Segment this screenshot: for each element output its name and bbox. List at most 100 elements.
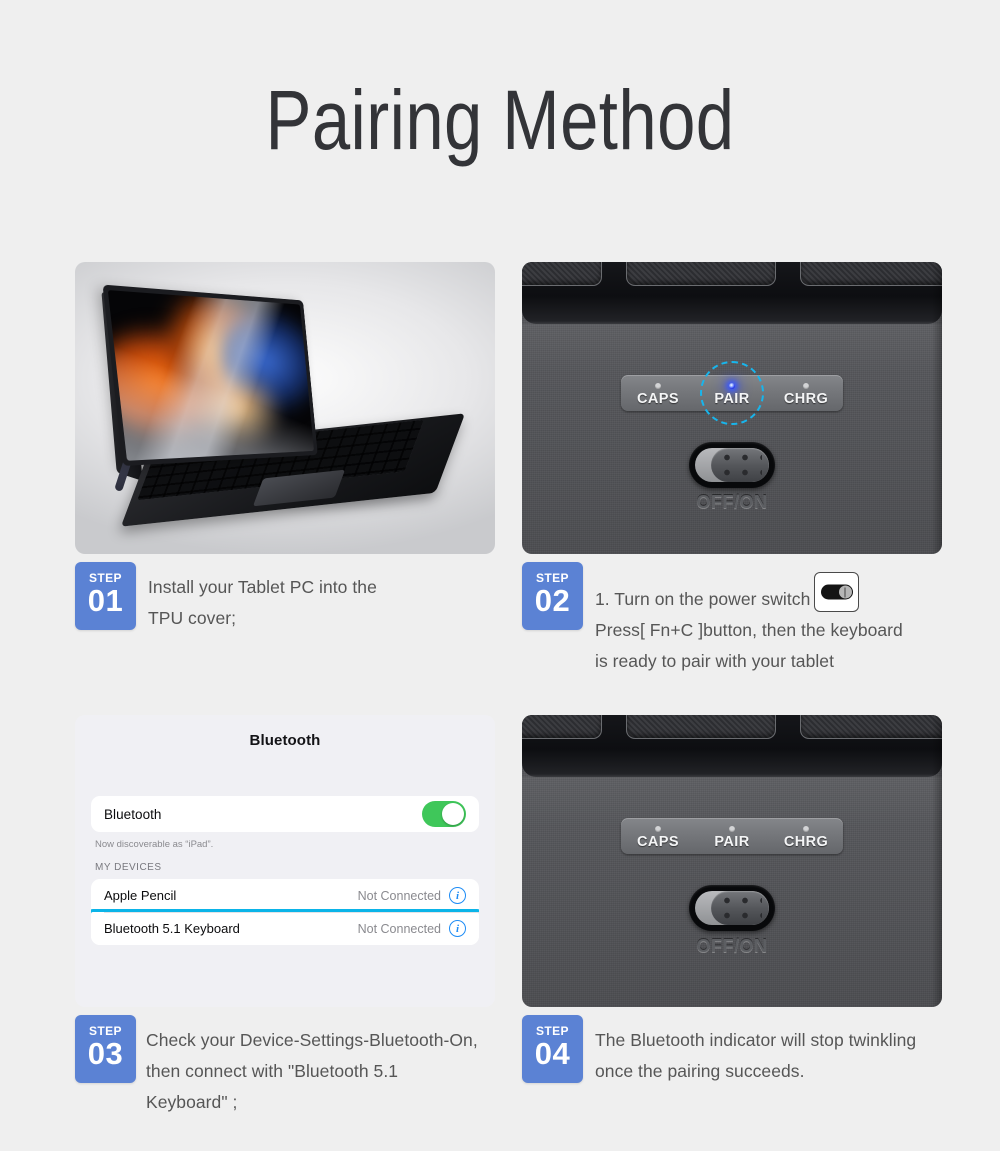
bluetooth-panel-title: Bluetooth [249, 732, 321, 749]
step-badge-04: STEP 04 [522, 1015, 583, 1083]
power-switch-track [695, 891, 769, 925]
power-switch-knob[interactable] [711, 448, 769, 482]
step-badge-03: STEP 03 [75, 1015, 136, 1083]
led-indicator-strip: CAPS PAIR CHRG [621, 818, 843, 854]
step-badge-number: 04 [534, 1036, 571, 1072]
bluetooth-master-label: Bluetooth [104, 806, 162, 822]
step-01-caption-row: STEP 01 Install your Tablet PC into the … [75, 562, 495, 634]
device-status: Not Connected [357, 888, 441, 903]
keyboard-macro-photo-pairing: CAPS PAIR CHRG OFF/ON [522, 262, 942, 554]
power-switch-label: OFF/ON [696, 936, 768, 956]
chrg-label: CHRG [783, 390, 829, 407]
step-04-caption: The Bluetooth indicator will stop twinkl… [583, 1015, 916, 1087]
screen-glare [107, 290, 315, 461]
device-name: Apple Pencil [104, 888, 177, 903]
steps-grid: STEP 01 Install your Tablet PC into the … [75, 262, 942, 1118]
led-cell-chrg: CHRG [769, 818, 843, 854]
keycap [626, 262, 776, 286]
info-circle-icon[interactable]: i [449, 887, 466, 904]
caption-line: TPU cover; [148, 608, 237, 628]
led-cell-chrg: CHRG [769, 375, 843, 411]
led-indicator-strip: CAPS PAIR CHRG [621, 361, 843, 425]
caption-line: 1. Turn on the power switch [595, 589, 811, 609]
keyboard-right-edge [932, 715, 942, 1007]
power-switch-knob[interactable] [711, 891, 769, 925]
device-status: Not Connected [357, 921, 441, 936]
power-switch[interactable] [689, 885, 775, 931]
caption-line: Install your Tablet PC into the [148, 577, 377, 597]
step-02-caption-row: STEP 02 1. Turn on the power switch Pres… [522, 562, 942, 677]
step-03-caption: Check your Device-Settings-Bluetooth-On,… [136, 1015, 478, 1118]
bluetooth-settings-panel: Bluetooth Bluetooth Now discoverable as … [75, 715, 495, 1007]
keyboard-macro-photo-paired: CAPS PAIR CHRG OFF/ON [522, 715, 942, 1007]
power-switch-label: OFF/ON [696, 492, 768, 512]
keycap [800, 715, 942, 739]
keycap [626, 715, 776, 739]
step-02-caption: 1. Turn on the power switch Press[ Fn+C … [583, 562, 903, 677]
step-04-image: CAPS PAIR CHRG OFF/ON [522, 715, 942, 1007]
tablet-photo-scene [75, 262, 495, 554]
keycap [522, 715, 602, 739]
pair-label: PAIR [714, 833, 750, 850]
caps-led-icon [655, 825, 661, 832]
discoverable-note: Now discoverable as “iPad”. [95, 839, 214, 850]
caps-label: CAPS [637, 390, 679, 407]
chrg-label: CHRG [783, 833, 829, 850]
keycap [522, 262, 602, 286]
keyboard-key-row [522, 262, 942, 290]
info-circle-icon[interactable]: i [449, 920, 466, 937]
step-badge-number: 02 [534, 583, 571, 619]
caption-line: Check your Device-Settings-Bluetooth-On, [146, 1030, 478, 1050]
step-03-caption-row: STEP 03 Check your Device-Settings-Bluet… [75, 1015, 495, 1118]
device-row-bluetooth-keyboard[interactable]: Bluetooth 5.1 Keyboard Not Connected i [91, 909, 479, 945]
tablet-body [102, 284, 318, 466]
step-04-caption-row: STEP 04 The Bluetooth indicator will sto… [522, 1015, 942, 1087]
caption-line: then connect with "Bluetooth 5.1 [146, 1061, 399, 1081]
caption-line: The Bluetooth indicator will stop twinkl… [595, 1030, 917, 1050]
power-switch-track [695, 448, 769, 482]
step-block-03: Bluetooth Bluetooth Now discoverable as … [75, 715, 495, 1118]
keyboard-body-sheen [522, 324, 942, 554]
step-02-image: CAPS PAIR CHRG OFF/ON [522, 262, 942, 554]
step-badge-number: 01 [87, 583, 124, 619]
step-row-2: Bluetooth Bluetooth Now discoverable as … [75, 715, 942, 1118]
caps-led-icon [655, 382, 661, 389]
power-switch[interactable] [689, 442, 775, 488]
caption-line-with-icon: 1. Turn on the power switch [595, 572, 903, 615]
keyboard-key-row [522, 715, 942, 743]
led-cell-pair: PAIR [695, 818, 769, 854]
caption-line: once the pairing succeeds. [595, 1061, 805, 1081]
pair-highlight-ring [700, 361, 764, 425]
my-devices-list: Apple Pencil Not Connected i Bluetooth 5… [91, 879, 479, 945]
device-row-apple-pencil[interactable]: Apple Pencil Not Connected i [91, 879, 479, 912]
step-badge-01: STEP 01 [75, 562, 136, 630]
chrg-led-icon [803, 825, 809, 832]
bluetooth-master-row[interactable]: Bluetooth [91, 796, 479, 832]
chrg-led-icon [803, 382, 809, 389]
caption-line: Keyboard" ; [146, 1092, 238, 1112]
led-cell-pair: PAIR [695, 361, 769, 425]
step-block-04: CAPS PAIR CHRG OFF/ON STEP 04 The Blueto… [522, 715, 942, 1118]
step-block-02: CAPS PAIR CHRG OFF/ON STEP 02 1. Turn on… [522, 262, 942, 677]
keyboard-right-edge [932, 262, 942, 554]
keycap [800, 262, 942, 286]
step-block-01: STEP 01 Install your Tablet PC into the … [75, 262, 495, 677]
step-01-image [75, 262, 495, 554]
tablet-screen [107, 290, 315, 461]
caption-line: Press[ Fn+C ]button, then the keyboard [595, 620, 903, 640]
page-title: Pairing Method [265, 73, 735, 167]
bluetooth-master-toggle[interactable] [422, 801, 466, 827]
caption-line: is ready to pair with your tablet [595, 651, 834, 671]
step-badge-number: 03 [87, 1036, 124, 1072]
step-01-caption: Install your Tablet PC into the TPU cove… [136, 562, 377, 634]
step-badge-02: STEP 02 [522, 562, 583, 630]
my-devices-section-title: MY DEVICES [95, 862, 162, 873]
step-03-image: Bluetooth Bluetooth Now discoverable as … [75, 715, 495, 1007]
led-cell-caps: CAPS [621, 375, 695, 411]
step-row-1: STEP 01 Install your Tablet PC into the … [75, 262, 942, 677]
device-name: Bluetooth 5.1 Keyboard [104, 921, 240, 936]
pair-led-icon [729, 825, 735, 832]
power-toggle-icon [814, 572, 860, 612]
caps-label: CAPS [637, 833, 679, 850]
led-cell-caps: CAPS [621, 818, 695, 854]
